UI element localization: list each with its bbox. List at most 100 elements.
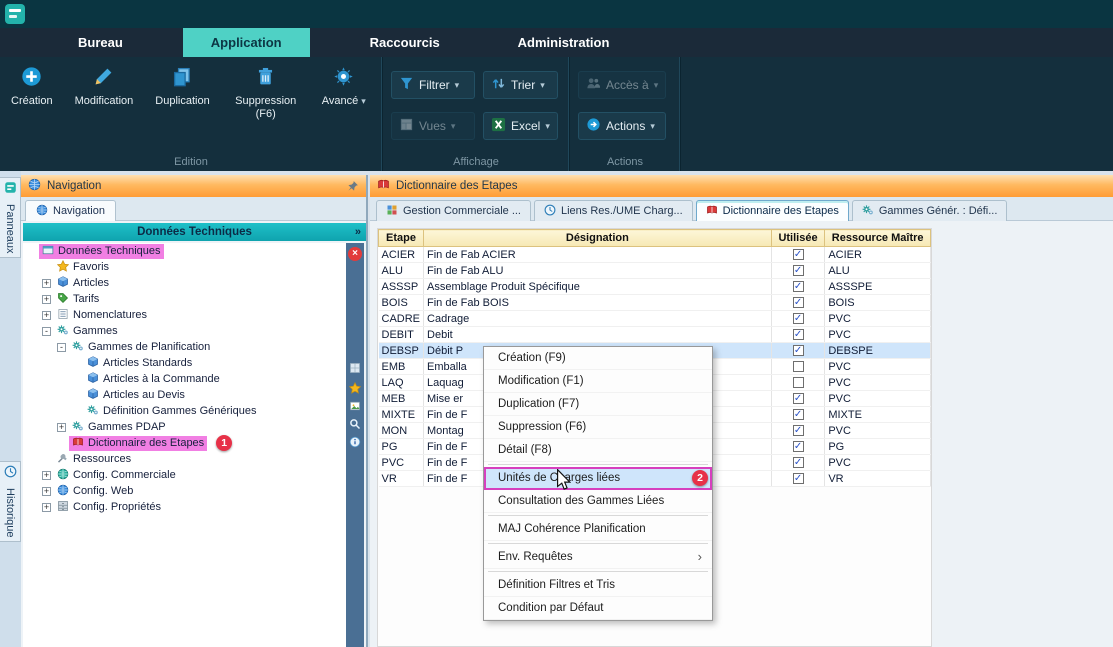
tree-item-articles-standards[interactable]: Articles Standards <box>23 355 348 371</box>
context-menu-item-condition-par-defaut[interactable]: Condition par Défaut <box>484 597 712 620</box>
context-menu-item-modification-f1[interactable]: Modification (F1) <box>484 370 712 393</box>
expand-icon[interactable]: + <box>42 503 51 512</box>
context-menu-item-suppression-f6[interactable]: Suppression (F6) <box>484 416 712 439</box>
checkbox-checked[interactable]: ✓ <box>793 313 804 324</box>
checkbox-checked[interactable]: ✓ <box>793 441 804 452</box>
ribbon-button-actions[interactable]: Actions▾ <box>578 112 666 140</box>
checkbox-checked[interactable]: ✓ <box>793 409 804 420</box>
tree-item-donnees-techniques[interactable]: Données Techniques <box>23 243 348 259</box>
checkbox-checked[interactable]: ✓ <box>793 249 804 260</box>
menu-tab-administration[interactable]: Administration <box>500 28 628 57</box>
tree-item-dictionnaire-des-etapes[interactable]: Dictionnaire des Etapes1 <box>23 435 348 451</box>
tab-label: Gammes Génér. : Défi... <box>879 205 998 217</box>
context-menu-item-creation-f9[interactable]: Création (F9) <box>484 347 712 370</box>
checkbox-unchecked[interactable] <box>793 361 804 372</box>
expand-icon[interactable]: + <box>42 311 51 320</box>
cube-icon <box>87 372 99 387</box>
tree-item-tarifs[interactable]: +Tarifs <box>23 291 348 307</box>
search-icon[interactable] <box>348 419 362 433</box>
ribbon-button-avance[interactable]: Avancé▾ <box>317 63 371 111</box>
context-menu-item-unites-de-charges-liees[interactable]: Unités de Charges liées2 <box>484 467 712 490</box>
table-row[interactable]: ASSSPAssemblage Produit Spécifique✓ASSSP… <box>379 279 931 295</box>
tree-item-definition-gammes-generiques[interactable]: Définition Gammes Génériques <box>23 403 348 419</box>
ribbon-button-duplication[interactable]: Duplication <box>150 63 214 111</box>
tree-item-nomenclatures[interactable]: +Nomenclatures <box>23 307 348 323</box>
column-header-utilisee[interactable]: Utilisée <box>771 230 825 247</box>
tab-label: Dictionnaire des Etapes <box>723 205 839 217</box>
table-row[interactable]: ACIERFin de Fab ACIER✓ACIER <box>379 247 931 263</box>
checkbox-checked[interactable]: ✓ <box>793 265 804 276</box>
close-icon[interactable]: × <box>348 247 362 261</box>
tree-item-articles-au-devis[interactable]: Articles au Devis <box>23 387 348 403</box>
expand-icon[interactable]: + <box>42 471 51 480</box>
checkbox-checked[interactable]: ✓ <box>793 281 804 292</box>
tree-item-config-web[interactable]: +Config. Web <box>23 483 348 499</box>
tree-item-articles-a-la-commande[interactable]: Articles à la Commande <box>23 371 348 387</box>
checkbox-checked[interactable]: ✓ <box>793 345 804 356</box>
ribbon-button-creation[interactable]: Création <box>6 63 58 111</box>
table-row[interactable]: CADRECadrage✓PVC <box>379 311 931 327</box>
menu-tab-raccourcis[interactable]: Raccourcis <box>352 28 458 57</box>
tree-item-gammes-de-planification[interactable]: -Gammes de Planification <box>23 339 348 355</box>
tab-navigation[interactable]: Navigation <box>25 200 116 221</box>
context-menu-item-maj-coherence-planification[interactable]: MAJ Cohérence Planification <box>484 518 712 541</box>
pin-icon[interactable] <box>347 180 359 192</box>
table-row[interactable]: DEBITDebit✓PVC <box>379 327 931 343</box>
tab-gammes-gener-defi[interactable]: Gammes Génér. : Défi... <box>852 200 1008 221</box>
tree-item-config-proprietes[interactable]: +Config. Propriétés <box>23 499 348 515</box>
tree-item-ressources[interactable]: Ressources <box>23 451 348 467</box>
menu-tab-application[interactable]: Application <box>183 28 310 57</box>
tab-liens-res-ume-charg[interactable]: Liens Res./UME Charg... <box>534 200 693 221</box>
ribbon-button-vues[interactable]: Vues▾ <box>391 112 475 140</box>
column-header-etape[interactable]: Etape <box>379 230 424 247</box>
grid-colored-icon <box>386 204 398 219</box>
collapse-chevrons-icon[interactable]: » <box>355 226 361 238</box>
ribbon-button-modification[interactable]: Modification <box>70 63 139 111</box>
tree-item-config-commerciale[interactable]: +Config. Commerciale <box>23 467 348 483</box>
tree-item-gammes-pdap[interactable]: +Gammes PDAP <box>23 419 348 435</box>
grid-small-icon[interactable] <box>348 363 362 377</box>
ribbon-button-filtrer[interactable]: Filtrer▾ <box>391 71 475 99</box>
caret-down-icon: ▾ <box>540 80 545 91</box>
tree-item-articles[interactable]: +Articles <box>23 275 348 291</box>
ribbon-button-suppression-f6[interactable]: Suppression (F6) <box>227 63 305 123</box>
side-tab-panneaux[interactable]: Panneaux <box>0 177 21 258</box>
context-menu-item-duplication-f7[interactable]: Duplication (F7) <box>484 393 712 416</box>
checkbox-checked[interactable]: ✓ <box>793 297 804 308</box>
menu-tab-bureau[interactable]: Bureau <box>60 28 141 57</box>
context-menu-item-env-requetes[interactable]: Env. Requêtes› <box>484 546 712 569</box>
expand-icon[interactable]: + <box>42 487 51 496</box>
checkbox-checked[interactable]: ✓ <box>793 457 804 468</box>
ribbon-button-excel[interactable]: Excel▾ <box>483 112 558 140</box>
column-header-designation[interactable]: Désignation <box>424 230 772 247</box>
info-icon[interactable] <box>348 437 362 451</box>
tree-item-gammes[interactable]: -Gammes <box>23 323 348 339</box>
expand-icon[interactable]: + <box>42 279 51 288</box>
expand-icon[interactable]: + <box>42 295 51 304</box>
side-tab-historique[interactable]: Historique <box>0 461 21 542</box>
context-menu-item-definition-filtres-et-tris[interactable]: Définition Filtres et Tris <box>484 574 712 597</box>
table-row[interactable]: ALUFin de Fab ALU✓ALU <box>379 263 931 279</box>
tab-dictionnaire-des-etapes[interactable]: Dictionnaire des Etapes <box>696 200 849 221</box>
collapse-icon[interactable]: - <box>42 327 51 336</box>
picture-icon[interactable] <box>348 401 362 415</box>
expand-icon[interactable]: + <box>57 423 66 432</box>
checkbox-checked[interactable]: ✓ <box>793 473 804 484</box>
ribbon-button-trier[interactable]: Trier▾ <box>483 71 558 99</box>
table-row[interactable]: BOISFin de Fab BOIS✓BOIS <box>379 295 931 311</box>
grid-small-icon <box>349 361 361 379</box>
column-header-ressource-maitre[interactable]: Ressource Maître <box>825 230 931 247</box>
checkbox-unchecked[interactable] <box>793 377 804 388</box>
ribbon-button-acces-a[interactable]: Accès à▾ <box>578 71 666 99</box>
nav-tree: Données TechniquesFavoris+Articles+Tarif… <box>23 243 348 647</box>
tab-label: Gestion Commerciale ... <box>403 205 521 217</box>
checkbox-checked[interactable]: ✓ <box>793 425 804 436</box>
context-menu-item-consultation-des-gammes-liees[interactable]: Consultation des Gammes Liées <box>484 490 712 513</box>
context-menu-item-detail-f8[interactable]: Détail (F8) <box>484 439 712 462</box>
tree-item-favoris[interactable]: Favoris <box>23 259 348 275</box>
collapse-icon[interactable]: - <box>57 343 66 352</box>
tab-gestion-commerciale[interactable]: Gestion Commerciale ... <box>376 200 531 221</box>
star-icon[interactable] <box>348 383 362 397</box>
checkbox-checked[interactable]: ✓ <box>793 393 804 404</box>
checkbox-checked[interactable]: ✓ <box>793 329 804 340</box>
